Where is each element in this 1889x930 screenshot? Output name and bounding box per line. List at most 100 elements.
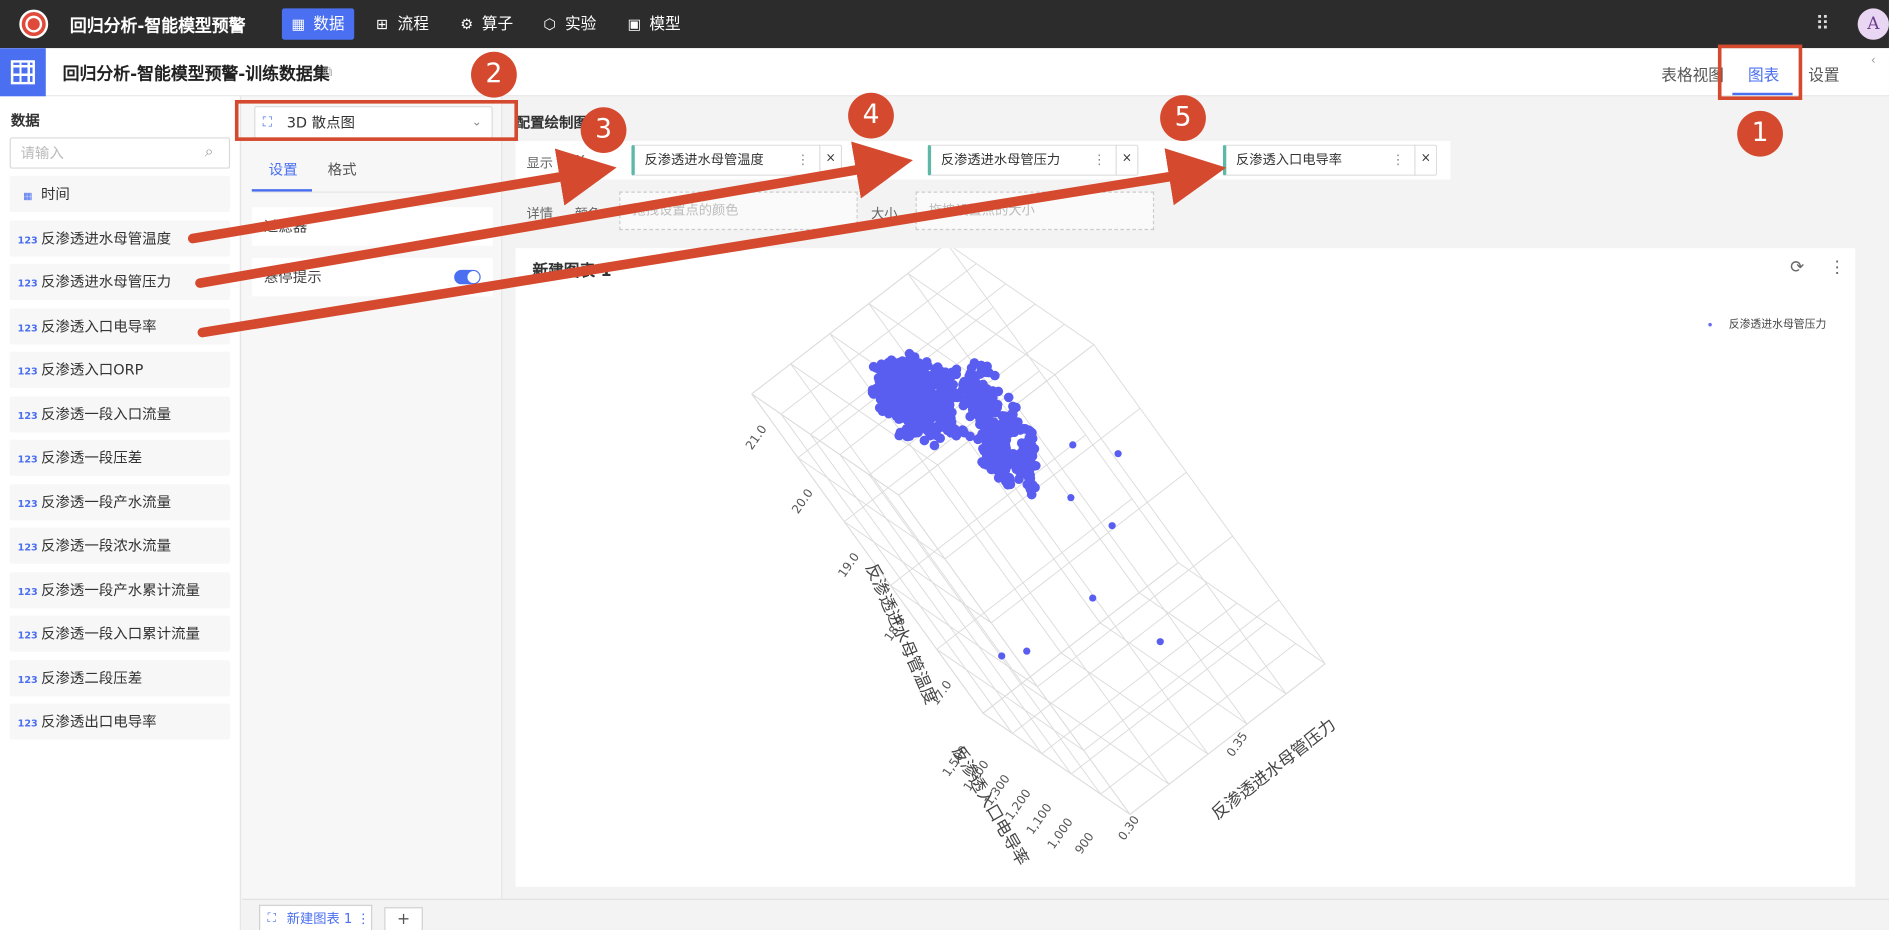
pressure-tick-label: 0.35 [1224,729,1251,759]
field-label: 反渗透一段压差 [40,449,143,467]
dataset-grid-icon [0,48,46,97]
more-icon[interactable]: ⋮ [1093,146,1106,175]
number-type-icon: 123 [17,674,38,685]
conductivity-tick-label: 1,100 [1023,801,1054,837]
scatter-point-outlier [1114,450,1122,458]
number-type-icon: 123 [17,234,38,246]
field-label: 反渗透入口电导率 [40,317,157,335]
remove-x-button[interactable]: × [819,144,841,176]
number-type-icon: 123 [17,542,38,553]
grid-line [936,648,1085,751]
field-item[interactable]: 123 反渗透一段压差 [9,439,231,476]
search-input[interactable] [9,137,231,169]
y-field-pill[interactable]: 反渗透进水母管压力 ⋮ × [927,144,1139,176]
temperature-tick-label: 19.0 [835,550,862,580]
scatter-point [906,369,916,379]
color-label: 颜色 [574,206,602,222]
number-type-icon: 123 [17,718,38,729]
tab-config-settings[interactable]: 设置 [269,159,298,179]
nav-data[interactable]: ▦ 数据 [281,8,355,40]
conductivity-tick-label: 900 [1072,830,1097,857]
field-item[interactable]: 123 反渗透二段压差 [9,659,231,696]
scatter-point [1024,465,1035,475]
scatter-point-outlier [1156,638,1164,646]
gear-icon: ⚙ [460,15,474,33]
page-header: 回归分析-智能模型预警-训练数据集 ⧉ 表格视图 图表 设置 [0,48,1889,97]
scatter-point [974,391,984,401]
field-item[interactable]: 123 反渗透进水母管温度 [9,219,231,256]
field-item[interactable]: 123 反渗透一段入口流量 [9,395,231,432]
scatter-point [892,359,902,370]
field-item[interactable]: ▦ 时间 [9,175,231,213]
collapse-handle-icon[interactable]: ‹ [1871,54,1889,90]
copy-icon[interactable]: ⧉ [323,64,332,81]
chart-tab-1[interactable]: ⛶ 新建图表 1 ⋮ [259,904,373,930]
flow-icon: ⊞ [375,15,388,33]
cube-icon: ⬡ [543,15,556,33]
scatter-point [868,361,879,372]
chart-card: 新建图表 1 ⟳ ⋮ 反渗透进水母管压力 17.0 18.0 19.0 20.0 21.… [515,248,1856,887]
app-title: 回归分析-智能模型预警 [69,16,246,37]
field-item[interactable]: 123 反渗透一段产水流量 [9,483,231,520]
temperature-tick-label: 21.0 [743,422,770,452]
number-type-icon: 123 [17,630,38,641]
grid-line [1012,582,1208,734]
nav-flow[interactable]: ⊞ 流程 [366,8,438,39]
z-field-pill[interactable]: 反渗透入口电导率 ⋮ × [1222,144,1438,176]
scatter-point [884,387,894,397]
field-label: 反渗透进水母管压力 [40,273,172,291]
apps-grid-icon[interactable]: ⠿ [1815,13,1837,35]
more-icon[interactable]: ⋮ [796,146,809,175]
grid-line [839,454,1072,775]
tab-config-format[interactable]: 格式 [328,159,357,179]
hover-tooltip-row: 悬停提示 [251,257,493,297]
field-item[interactable]: 123 反渗透出口电导率 [9,703,231,740]
nav-model[interactable]: ▣ 模型 [618,8,690,39]
table-icon: ▦ [291,15,306,33]
axis-row: 显示 X 反渗透进水母管温度 ⋮ × Y 反渗透进水母管压力 ⋮ × Z 反渗透入口电导… [515,140,1451,180]
annotation-badge-2: 2 [471,51,517,98]
scatter-point [895,427,906,438]
filter-row[interactable]: 过滤器 [251,207,493,246]
user-avatar[interactable]: A [1857,8,1889,40]
field-item[interactable]: 123 反渗透一段入口累计流量 [9,615,231,652]
display-label: 显示 [526,155,553,172]
field-label: 反渗透一段入口流量 [40,405,172,423]
field-item[interactable]: 123 反渗透一段浓水流量 [9,527,231,564]
number-type-icon: 123 [17,322,38,334]
scatter-point [919,435,930,446]
grid-line [1041,602,1238,755]
calendar-icon: ▦ [23,190,33,202]
grid-line [1060,652,1209,755]
number-type-icon: 123 [17,454,38,466]
number-type-icon: 123 [17,278,38,290]
x-field-pill[interactable]: 反渗透进水母管温度 ⋮ × [631,144,843,176]
number-type-icon: 123 [17,498,38,509]
field-item[interactable]: 123 反渗透入口电导率 [9,307,231,344]
remove-y-button[interactable]: × [1115,144,1138,176]
remove-z-button[interactable]: × [1414,144,1436,176]
more-icon[interactable]: ⋮ [1391,146,1404,175]
scatter-point [928,392,939,402]
field-item[interactable]: 123 反渗透进水母管压力 [9,263,231,300]
size-dropzone[interactable]: 拖拽设置点的大小 [915,191,1155,231]
nav-operator[interactable]: ⚙ 算子 [451,8,523,39]
top-navbar: 回归分析-智能模型预警 ▦ 数据 ⊞ 流程 ⚙ 算子 ⬡ 实验 ▣ 模型 ⠿ A [0,0,1889,49]
field-item[interactable]: 123 反渗透入口ORP [9,351,231,388]
search-icon[interactable]: ⌕ [205,143,214,161]
scatter-point [992,440,1003,451]
scatter-3d-plot[interactable]: 17.018.019.020.021.09001,0001,1001,2001,… [516,248,1856,886]
color-dropzone[interactable]: 拖拽设置点的颜色 [619,191,858,231]
grid-line [982,712,1131,815]
nav-experiment[interactable]: ⬡ 实验 [534,8,606,39]
field-item[interactable]: 123 反渗透一段产水累计流量 [9,571,231,608]
tab-settings[interactable]: 设置 [1808,63,1839,85]
hover-tooltip-toggle[interactable] [454,269,481,285]
scatter-point-outlier [1023,647,1031,655]
add-chart-button[interactable]: + [384,907,423,930]
annotation-badge-1: 1 [1737,110,1783,157]
annotation-badge-3: 3 [580,107,627,153]
scatter-point [1008,401,1018,412]
field-label: 反渗透一段浓水流量 [40,537,172,555]
tab-table-view[interactable]: 表格视图 [1661,63,1724,85]
